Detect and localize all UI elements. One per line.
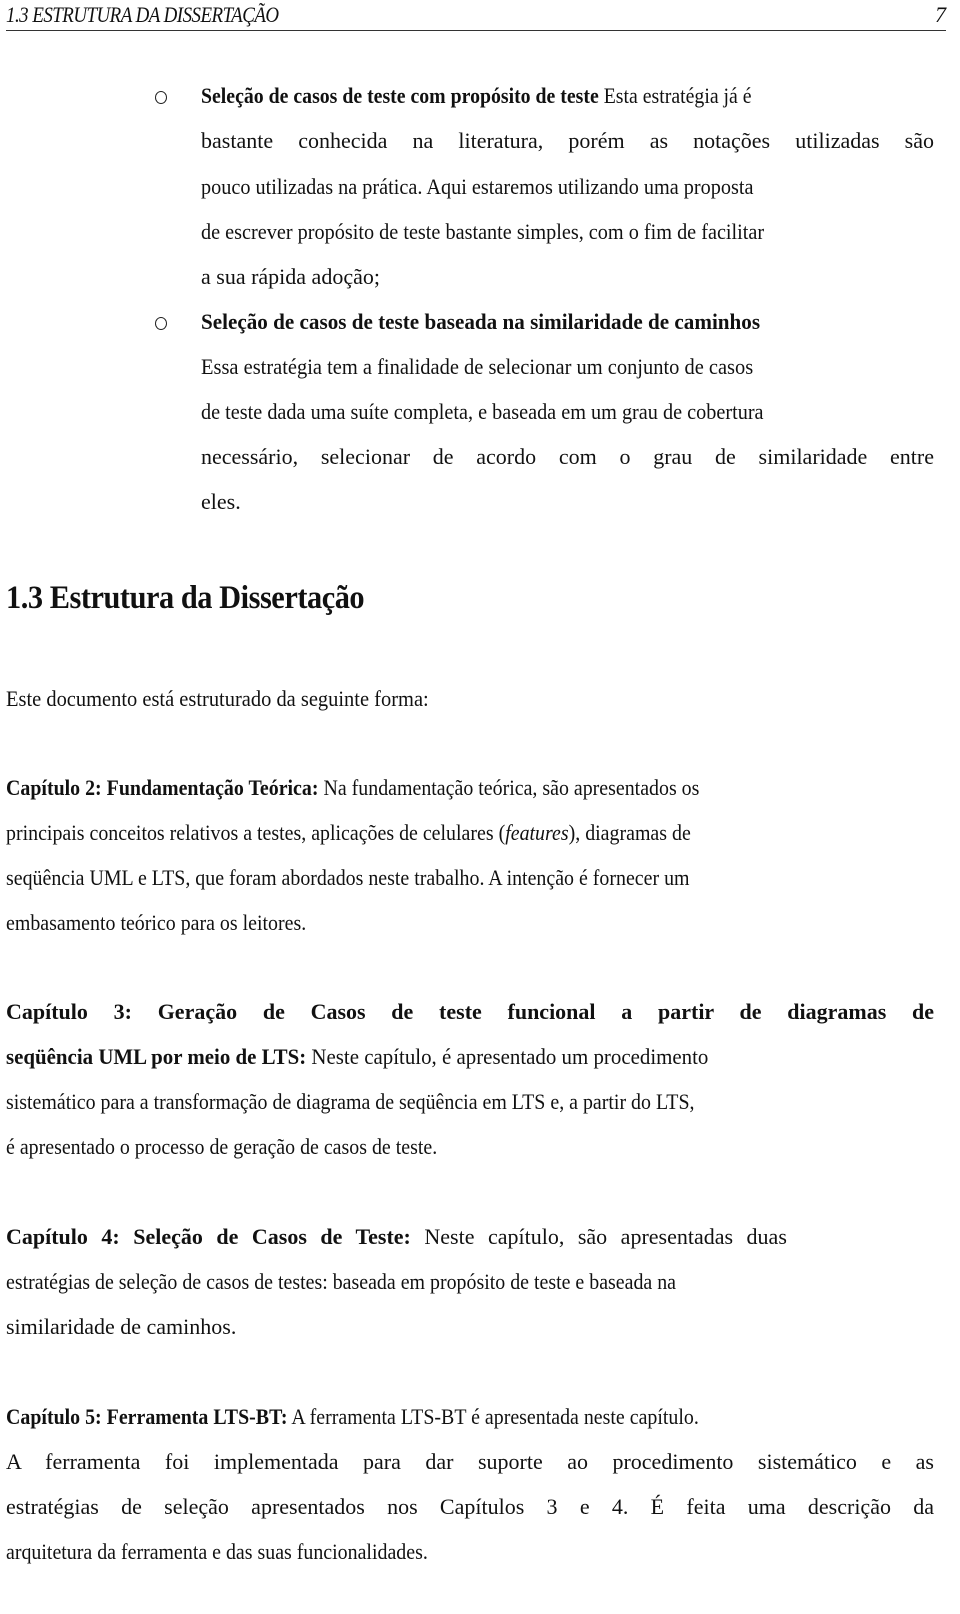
chapter-2-line-3: seqüência UML e LTS, que foram abordados… — [6, 865, 690, 890]
chapter-4-label: Capítulo 4: Seleção de Casos de Teste: — [6, 1224, 411, 1249]
bullet-2-line-3: necessário, selecionar de acordo com o g… — [201, 444, 934, 469]
chapter-5-line-2: A ferramenta foi implementada para dar s… — [6, 1449, 934, 1474]
chapter-4-line-2: estratégias de seleção de casos de teste… — [6, 1269, 677, 1294]
bullet-1-title: Seleção de casos de teste com propósito … — [201, 83, 599, 108]
bullet-2-line-1: Essa estratégia tem a finalidade de sele… — [201, 354, 754, 379]
chapter-2-line-2: principais conceitos relativos a testes,… — [6, 820, 691, 845]
bullet-2-title: Seleção de casos de teste baseada na sim… — [201, 309, 761, 334]
chapter-3-line-4: é apresentado o processo de geração de c… — [6, 1134, 438, 1159]
bullet-circle-icon — [153, 307, 169, 330]
chapter-3-line-2: seqüência UML por meio de LTS: Neste cap… — [6, 1044, 709, 1069]
features-term: features — [505, 820, 569, 845]
bullet-1-line-1: Seleção de casos de teste com propósito … — [201, 83, 752, 108]
bullet-1-line-5: a sua rápida adoção; — [201, 264, 380, 289]
chapter-5-line-1: Capítulo 5: Ferramenta LTS-BT: A ferrame… — [6, 1404, 699, 1429]
bullet-1-line-4: de escrever propósito de teste bastante … — [201, 219, 765, 244]
bullet-circle-icon — [153, 81, 169, 104]
chapter-2-line-4: embasamento teórico para os leitores. — [6, 910, 307, 935]
chapter-5-label: Capítulo 5: Ferramenta LTS-BT: — [6, 1404, 288, 1429]
section-intro: Este documento está estruturado da segui… — [6, 686, 429, 711]
running-header-title: 1.3 ESTRUTURA DA DISSERTAÇÃO — [6, 2, 279, 27]
chapter-4-line-1: Capítulo 4: Seleção de Casos de Teste: N… — [6, 1224, 787, 1249]
bullet-2-title-line: Seleção de casos de teste baseada na sim… — [201, 307, 934, 337]
chapter-2-line-1: Capítulo 2: Fundamentação Teórica: Na fu… — [6, 775, 700, 800]
chapter-3-label-line-1: Capítulo 3: Geração de Casos de teste fu… — [6, 999, 934, 1024]
bullet-2-line-2: de teste dada uma suíte completa, e base… — [201, 399, 764, 424]
chapter-5-line-4: arquitetura da ferramenta e das suas fun… — [6, 1539, 428, 1564]
running-header: 1.3 ESTRUTURA DA DISSERTAÇÃO 7 — [6, 0, 946, 31]
chapter-3-label-line-2: seqüência UML por meio de LTS: — [6, 1044, 307, 1069]
bullet-1-line-2: bastante conhecida na literatura, porém … — [201, 128, 934, 153]
chapter-2-label: Capítulo 2: Fundamentação Teórica: — [6, 775, 319, 800]
section-heading: 1.3 Estrutura da Dissertação — [6, 580, 365, 616]
chapter-3-line-3: sistemático para a transformação de diag… — [6, 1089, 695, 1114]
page-number: 7 — [935, 2, 946, 27]
chapter-4-line-3: similaridade de caminhos. — [6, 1314, 237, 1339]
bullet-2-line-4: eles. — [201, 489, 241, 514]
bullet-1-line-3: pouco utilizadas na prática. Aqui estare… — [201, 174, 754, 199]
chapter-5-line-3: estratégias de seleção apresentados nos … — [6, 1494, 934, 1519]
